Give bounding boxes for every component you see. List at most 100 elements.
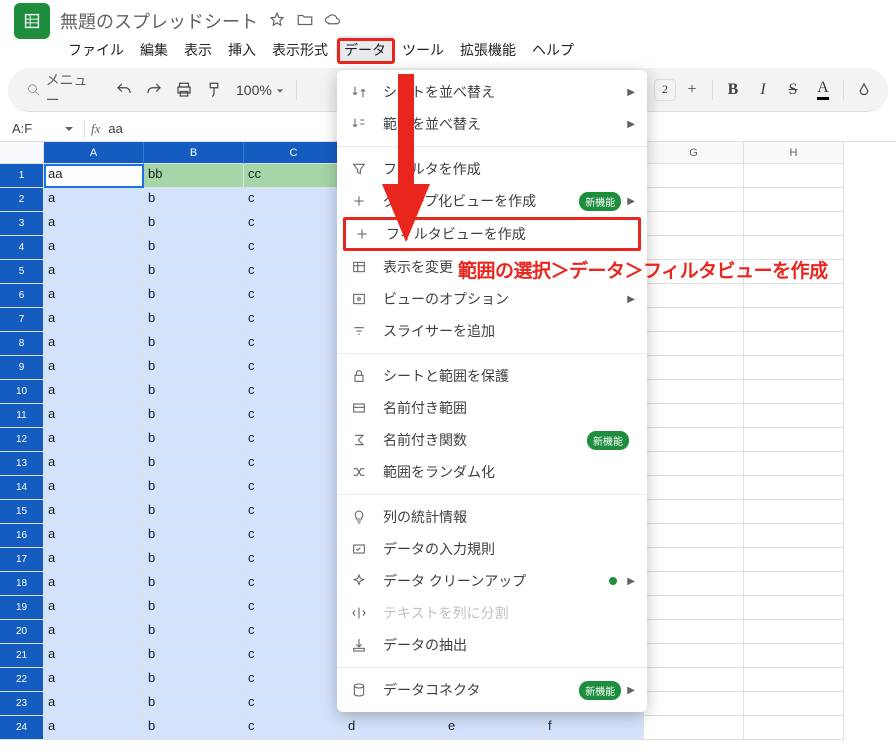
- cell[interactable]: [744, 452, 844, 476]
- menu-format[interactable]: 表示形式: [264, 36, 336, 64]
- menu-create-group-view[interactable]: グループ化ビューを作成 新機能 ▶: [337, 185, 647, 217]
- cell[interactable]: a: [44, 716, 144, 740]
- row-header[interactable]: 8: [0, 332, 44, 356]
- cell[interactable]: [744, 692, 844, 716]
- cell[interactable]: [644, 572, 744, 596]
- cell[interactable]: [644, 644, 744, 668]
- menu-randomize[interactable]: 範囲をランダム化: [337, 456, 647, 488]
- row-header[interactable]: 9: [0, 356, 44, 380]
- cell[interactable]: e: [444, 716, 544, 740]
- cell[interactable]: b: [144, 500, 244, 524]
- cell[interactable]: c: [244, 548, 344, 572]
- menu-sort-sheet[interactable]: シートを並べ替え ▶: [337, 76, 647, 108]
- cell[interactable]: c: [244, 260, 344, 284]
- row-header[interactable]: 2: [0, 188, 44, 212]
- cell[interactable]: c: [244, 284, 344, 308]
- cell[interactable]: [644, 404, 744, 428]
- row-header[interactable]: 15: [0, 500, 44, 524]
- col-header[interactable]: G: [644, 142, 744, 164]
- cell[interactable]: [744, 716, 844, 740]
- cell[interactable]: c: [244, 188, 344, 212]
- cell[interactable]: cc: [244, 164, 344, 188]
- menu-sort-range[interactable]: 範囲を並べ替え ▶: [337, 108, 647, 140]
- cell[interactable]: d: [344, 716, 444, 740]
- row-header[interactable]: 17: [0, 548, 44, 572]
- cell[interactable]: c: [244, 668, 344, 692]
- cell[interactable]: a: [44, 284, 144, 308]
- cell[interactable]: [744, 548, 844, 572]
- cell[interactable]: b: [144, 404, 244, 428]
- cell[interactable]: f: [544, 716, 644, 740]
- star-icon[interactable]: [268, 11, 286, 32]
- cell[interactable]: [744, 404, 844, 428]
- cell[interactable]: b: [144, 428, 244, 452]
- cell[interactable]: a: [44, 332, 144, 356]
- menu-create-filter[interactable]: フィルタを作成: [337, 153, 647, 185]
- cell[interactable]: b: [144, 572, 244, 596]
- cell[interactable]: [744, 188, 844, 212]
- cell[interactable]: [644, 212, 744, 236]
- row-header[interactable]: 18: [0, 572, 44, 596]
- cell[interactable]: [744, 164, 844, 188]
- cell[interactable]: a: [44, 428, 144, 452]
- doc-title[interactable]: 無題のスプレッドシート: [60, 8, 258, 34]
- menu-add-slicer[interactable]: スライサーを追加: [337, 315, 647, 347]
- cell[interactable]: a: [44, 644, 144, 668]
- cell[interactable]: c: [244, 524, 344, 548]
- cell[interactable]: [744, 620, 844, 644]
- zoom-dropdown[interactable]: 100%: [230, 82, 290, 98]
- menu-data[interactable]: データ: [336, 36, 394, 64]
- cell[interactable]: a: [44, 476, 144, 500]
- cell[interactable]: [644, 428, 744, 452]
- menu-search[interactable]: メニュー: [18, 66, 108, 114]
- cell[interactable]: a: [44, 668, 144, 692]
- cell[interactable]: a: [44, 452, 144, 476]
- cell[interactable]: c: [244, 236, 344, 260]
- row-header[interactable]: 21: [0, 644, 44, 668]
- menu-insert[interactable]: 挿入: [220, 36, 264, 64]
- undo-button[interactable]: [110, 76, 138, 104]
- cell[interactable]: c: [244, 476, 344, 500]
- cell[interactable]: c: [244, 356, 344, 380]
- col-header[interactable]: B: [144, 142, 244, 164]
- row-header[interactable]: 20: [0, 620, 44, 644]
- cell[interactable]: a: [44, 380, 144, 404]
- row-header[interactable]: 10: [0, 380, 44, 404]
- cell[interactable]: bb: [144, 164, 244, 188]
- row-header[interactable]: 12: [0, 428, 44, 452]
- cell[interactable]: a: [44, 404, 144, 428]
- row-header[interactable]: 7: [0, 308, 44, 332]
- row-header[interactable]: 19: [0, 596, 44, 620]
- name-box[interactable]: A:F: [8, 119, 78, 138]
- cell[interactable]: b: [144, 284, 244, 308]
- move-folder-icon[interactable]: [296, 11, 314, 32]
- row-header[interactable]: 14: [0, 476, 44, 500]
- cell[interactable]: [744, 356, 844, 380]
- cell[interactable]: b: [144, 260, 244, 284]
- cell[interactable]: b: [144, 380, 244, 404]
- cell[interactable]: [744, 644, 844, 668]
- cell[interactable]: [644, 500, 744, 524]
- cell[interactable]: [644, 284, 744, 308]
- select-all-corner[interactable]: [0, 142, 44, 164]
- cell[interactable]: c: [244, 332, 344, 356]
- cell[interactable]: a: [44, 260, 144, 284]
- cell[interactable]: [744, 380, 844, 404]
- cell[interactable]: [644, 332, 744, 356]
- cell[interactable]: a: [44, 236, 144, 260]
- cell[interactable]: b: [144, 620, 244, 644]
- decimal-placeholder[interactable]: 2: [654, 79, 676, 101]
- cell[interactable]: c: [244, 308, 344, 332]
- cell[interactable]: [644, 596, 744, 620]
- cloud-icon[interactable]: [324, 11, 342, 32]
- menu-create-filter-view[interactable]: フィルタビューを作成: [343, 217, 641, 251]
- fill-color-button[interactable]: [850, 76, 878, 104]
- redo-button[interactable]: [140, 76, 168, 104]
- cell[interactable]: a: [44, 548, 144, 572]
- cell[interactable]: b: [144, 236, 244, 260]
- cell[interactable]: c: [244, 500, 344, 524]
- row-header[interactable]: 6: [0, 284, 44, 308]
- menu-help[interactable]: ヘルプ: [524, 36, 582, 64]
- col-header[interactable]: C: [244, 142, 344, 164]
- cell[interactable]: b: [144, 692, 244, 716]
